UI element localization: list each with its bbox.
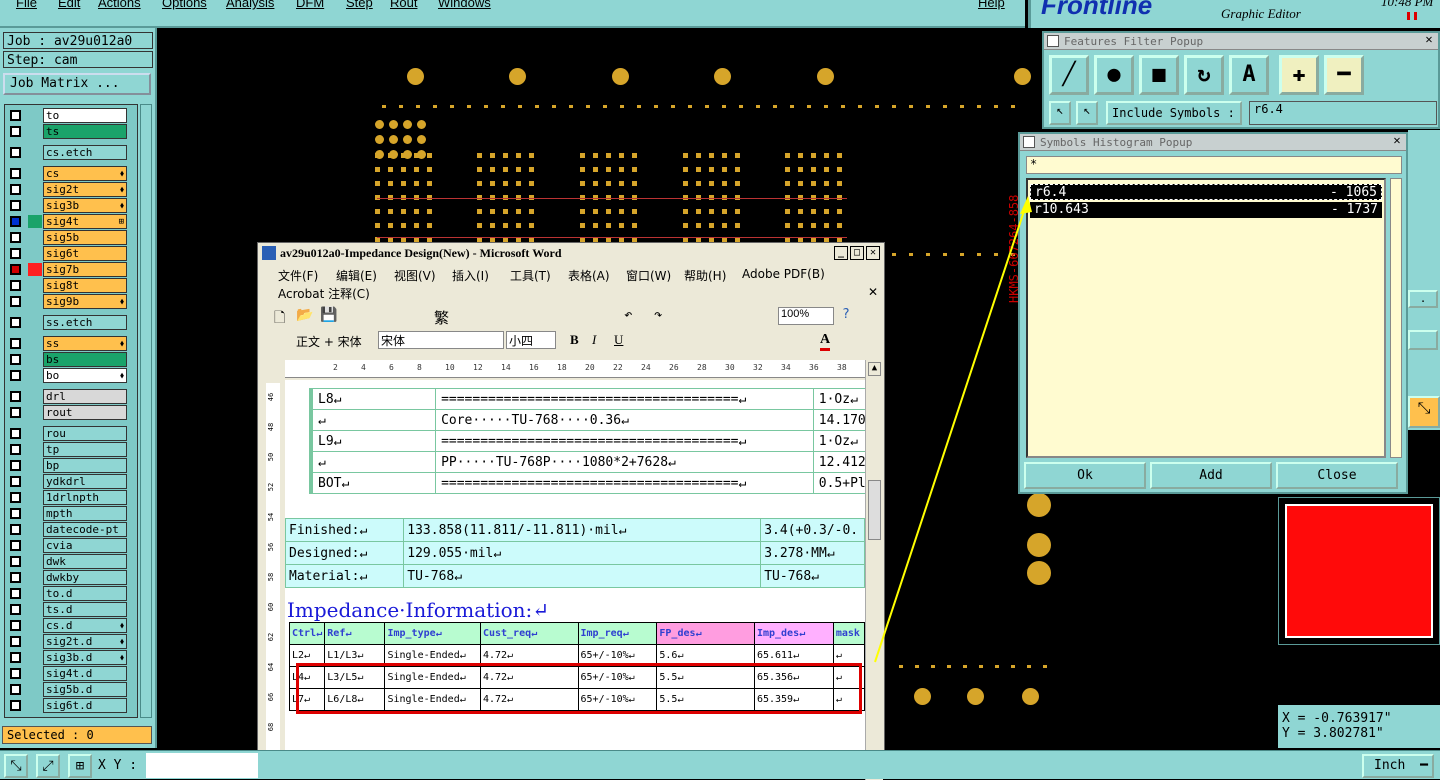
grid-icon[interactable]: ⊞: [68, 754, 92, 778]
xy-label: X Y :: [98, 758, 138, 773]
status-bar: ⤡ ⤢ ⊞ X Y : Inch ━: [0, 750, 1440, 779]
measure-icon[interactable]: ⤢: [36, 754, 60, 778]
xy-input[interactable]: [146, 753, 258, 778]
zoom-in-icon[interactable]: ⤡: [4, 754, 28, 778]
annotation-arrow: [874, 196, 1032, 663]
units-select[interactable]: Inch ━: [1362, 754, 1434, 778]
